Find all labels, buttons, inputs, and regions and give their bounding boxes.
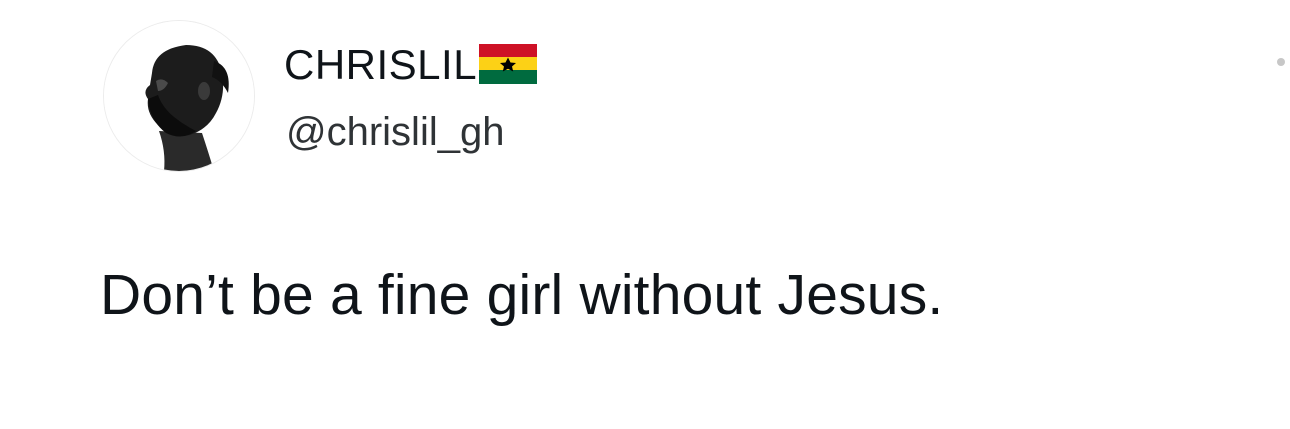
- tweet-card: CHRISLIL @chrislil_gh Don’t be a fine gi…: [0, 0, 1290, 429]
- more-options-icon[interactable]: [1277, 58, 1285, 66]
- avatar[interactable]: [103, 20, 255, 172]
- ghana-flag-icon: [479, 43, 538, 89]
- profile-silhouette-icon: [104, 21, 254, 171]
- user-handle[interactable]: @chrislil_gh: [286, 110, 504, 155]
- author-name-row[interactable]: CHRISLIL: [284, 40, 538, 90]
- display-name[interactable]: CHRISLIL: [284, 41, 477, 89]
- tweet-text: Don’t be a fine girl without Jesus.: [100, 263, 944, 327]
